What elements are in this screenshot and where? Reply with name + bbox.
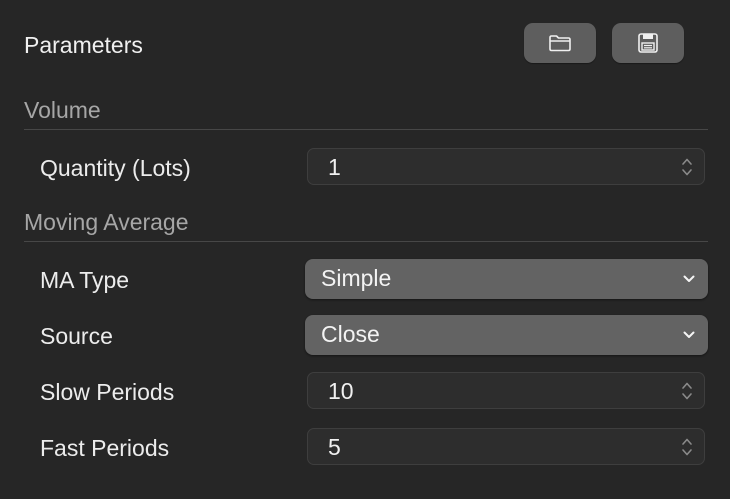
fast-periods-stepper[interactable]: 5 <box>307 428 705 465</box>
chevron-down-icon <box>682 328 696 342</box>
stepper-arrows-icon[interactable] <box>680 380 694 402</box>
quantity-value[interactable]: 1 <box>328 152 341 182</box>
slow-periods-value[interactable]: 10 <box>328 376 354 406</box>
source-select[interactable]: Close <box>305 315 708 355</box>
parameters-panel: Parameters Volume Quantity (Lots) 1 Movi… <box>0 0 730 499</box>
floppy-disk-icon <box>637 32 659 54</box>
ma-type-label: MA Type <box>40 267 130 293</box>
fast-periods-label: Fast Periods <box>40 435 170 461</box>
quantity-label: Quantity (Lots) <box>40 155 191 181</box>
divider <box>24 129 708 130</box>
divider <box>24 241 708 242</box>
slow-periods-stepper[interactable]: 10 <box>307 372 705 409</box>
slow-periods-label: Slow Periods <box>40 379 175 405</box>
ma-type-select[interactable]: Simple <box>305 259 708 299</box>
chevron-down-icon <box>682 272 696 286</box>
folder-icon <box>548 33 572 53</box>
source-label: Source <box>40 323 113 349</box>
fast-periods-value[interactable]: 5 <box>328 432 341 462</box>
save-button[interactable] <box>612 23 684 63</box>
page-title: Parameters <box>24 32 143 58</box>
section-title-moving-average: Moving Average <box>24 209 189 235</box>
ma-type-value: Simple <box>321 265 392 291</box>
stepper-arrows-icon[interactable] <box>680 156 694 178</box>
source-value: Close <box>321 321 380 347</box>
stepper-arrows-icon[interactable] <box>680 436 694 458</box>
open-button[interactable] <box>524 23 596 63</box>
section-title-volume: Volume <box>24 97 101 123</box>
quantity-stepper[interactable]: 1 <box>307 148 705 185</box>
